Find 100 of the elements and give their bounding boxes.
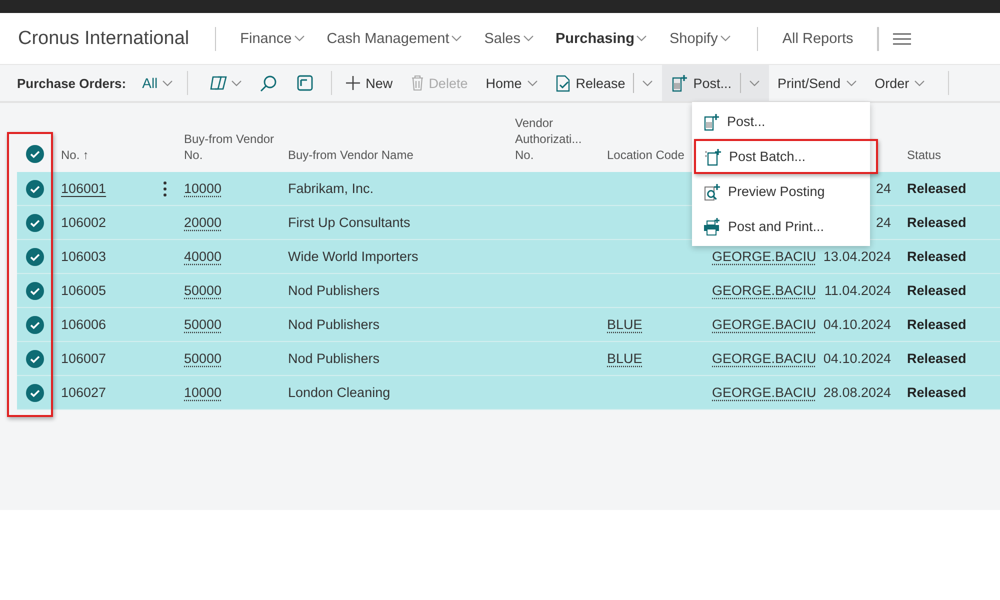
menu-icon[interactable] [892, 32, 911, 44]
vendor-number-link[interactable]: 50000 [184, 317, 222, 332]
toolbar-button[interactable]: Release [546, 65, 662, 101]
printer-icon [703, 218, 721, 236]
table-cell: 04.10.2024 [823, 317, 891, 332]
page-title: Purchase Orders: [17, 76, 126, 90]
table-row[interactable]: 106003 40000 Wide World Importers GEORGE.BACIU 13.04.2024 Released [17, 240, 1000, 274]
order-number-link[interactable]: 106005 [61, 283, 106, 298]
checkbox[interactable] [26, 316, 44, 334]
table-cell: 13.04.2024 [823, 249, 891, 264]
toolbar-button[interactable]: Order [866, 65, 934, 101]
chevron-down-icon [162, 80, 173, 86]
preview-magnifier-icon [703, 182, 721, 200]
chevron-down-icon [451, 35, 462, 42]
status-cell: Released [907, 385, 966, 400]
column-header[interactable]: Buy-from Vendor Name [288, 147, 414, 163]
vendor-number-link[interactable]: 50000 [184, 351, 222, 366]
status-cell: Released [907, 249, 966, 264]
table-cell: Nod Publishers [288, 351, 380, 366]
checkbox[interactable] [26, 214, 44, 232]
view-filter[interactable]: All [142, 75, 173, 91]
vendor-number-link[interactable]: 10000 [184, 385, 222, 400]
document-check-icon [556, 74, 571, 92]
table-row[interactable]: 106005 50000 Nod Publishers GEORGE.BACIU 11.04.2024 Released [17, 274, 1000, 308]
status-cell: Released [907, 317, 966, 332]
nav-menu-item[interactable]: Purchasing [556, 30, 648, 46]
checkbox[interactable] [26, 180, 44, 198]
plus-icon [344, 75, 361, 91]
all-reports-link[interactable]: All Reports [782, 30, 854, 46]
chevron-down-icon [720, 35, 731, 42]
table-cell: Nod Publishers [288, 317, 380, 332]
table-cell: Wide World Importers [288, 249, 418, 264]
more-options-icon[interactable] [163, 180, 167, 196]
location-code-link[interactable]: BLUE [607, 317, 642, 332]
column-header[interactable]: Status [907, 147, 942, 163]
table-row[interactable]: 106027 10000 London Cleaning GEORGE.BACIU 28.08.2024 Released [17, 376, 1000, 410]
nav-menu-item[interactable]: Sales [484, 30, 534, 46]
sort-arrow-icon[interactable]: ↑ [82, 147, 89, 163]
order-number-link[interactable]: 106027 [61, 385, 106, 400]
chevron-down-icon [522, 35, 534, 42]
status-cell: Released [907, 283, 966, 298]
trash-icon [410, 75, 424, 91]
nav-menu-item[interactable]: Shopify [669, 30, 731, 46]
menu-item[interactable]: Post... [692, 104, 870, 139]
table-row[interactable]: 106007 50000 Nod Publishers BLUE GEORGE.BACIU 04.10.2024 Released [17, 342, 1000, 376]
company-name: Cronus International [18, 26, 216, 50]
checkbox[interactable] [26, 282, 44, 300]
post-document-icon [703, 112, 720, 130]
toolbar-button[interactable]: Post... [662, 65, 769, 101]
chevron-down-icon [636, 35, 648, 42]
toolbar-button[interactable]: New [336, 65, 402, 101]
menu-item[interactable]: Post Batch... [694, 139, 878, 174]
menu-item[interactable]: Preview Posting [692, 174, 870, 209]
user-link[interactable]: GEORGE.BACIU [712, 283, 816, 298]
vendor-number-link[interactable]: 50000 [184, 283, 222, 298]
column-header[interactable]: Buy-from Vendor No. [184, 131, 280, 163]
toolbar-button[interactable]: Print/Send [768, 65, 866, 101]
table-cell: 24 [876, 215, 891, 230]
search-icon[interactable] [260, 74, 277, 92]
vendor-number-link[interactable]: 40000 [184, 249, 222, 264]
table-row[interactable]: 106006 50000 Nod Publishers BLUE GEORGE.BACIU 04.10.2024 Released [17, 308, 1000, 342]
nav-menu-item[interactable]: Cash Management [326, 30, 462, 46]
table-cell: London Cleaning [288, 385, 390, 400]
nav-menu-item[interactable]: Finance [240, 30, 305, 46]
table-cell: Nod Publishers [288, 283, 380, 298]
status-cell: Released [907, 181, 966, 196]
table-cell: 11.04.2024 [824, 283, 891, 298]
layout-icon[interactable] [296, 75, 313, 91]
column-header[interactable]: Vendor Authorizati... No. [515, 115, 599, 163]
table-cell: 04.10.2024 [823, 351, 891, 366]
batch-document-icon [705, 148, 722, 166]
user-link[interactable]: GEORGE.BACIU [712, 249, 816, 264]
post-document-icon [671, 74, 688, 92]
chevron-down-icon [748, 80, 760, 86]
checkbox[interactable] [26, 248, 44, 266]
order-number-link[interactable]: 106003 [61, 249, 106, 264]
vendor-number-link[interactable]: 10000 [184, 181, 222, 196]
column-header[interactable]: Location Code [607, 147, 684, 163]
chevron-down-icon [294, 35, 305, 42]
table-cell: First Up Consultants [288, 215, 410, 230]
user-link[interactable]: GEORGE.BACIU [712, 385, 816, 400]
order-number-link[interactable]: 106002 [61, 215, 106, 230]
toolbar-button[interactable]: Home [476, 65, 547, 101]
location-code-link[interactable]: BLUE [607, 351, 642, 366]
order-number-link[interactable]: 106001 [61, 181, 106, 196]
vendor-number-link[interactable]: 20000 [184, 215, 222, 230]
chevron-down-icon [230, 80, 242, 86]
status-cell: Released [907, 351, 966, 366]
status-cell: Released [907, 215, 966, 230]
order-number-link[interactable]: 106006 [61, 317, 106, 332]
chevron-down-icon [846, 80, 857, 86]
column-header[interactable]: No. [61, 147, 80, 163]
table-cell: 28.08.2024 [823, 385, 891, 400]
order-number-link[interactable]: 106007 [61, 351, 106, 366]
checkbox[interactable] [26, 384, 44, 402]
user-link[interactable]: GEORGE.BACIU [712, 317, 816, 332]
checkbox[interactable] [26, 350, 44, 368]
checkbox[interactable] [26, 145, 44, 163]
table-cell: Fabrikam, Inc. [288, 181, 374, 196]
user-link[interactable]: GEORGE.BACIU [712, 351, 816, 366]
